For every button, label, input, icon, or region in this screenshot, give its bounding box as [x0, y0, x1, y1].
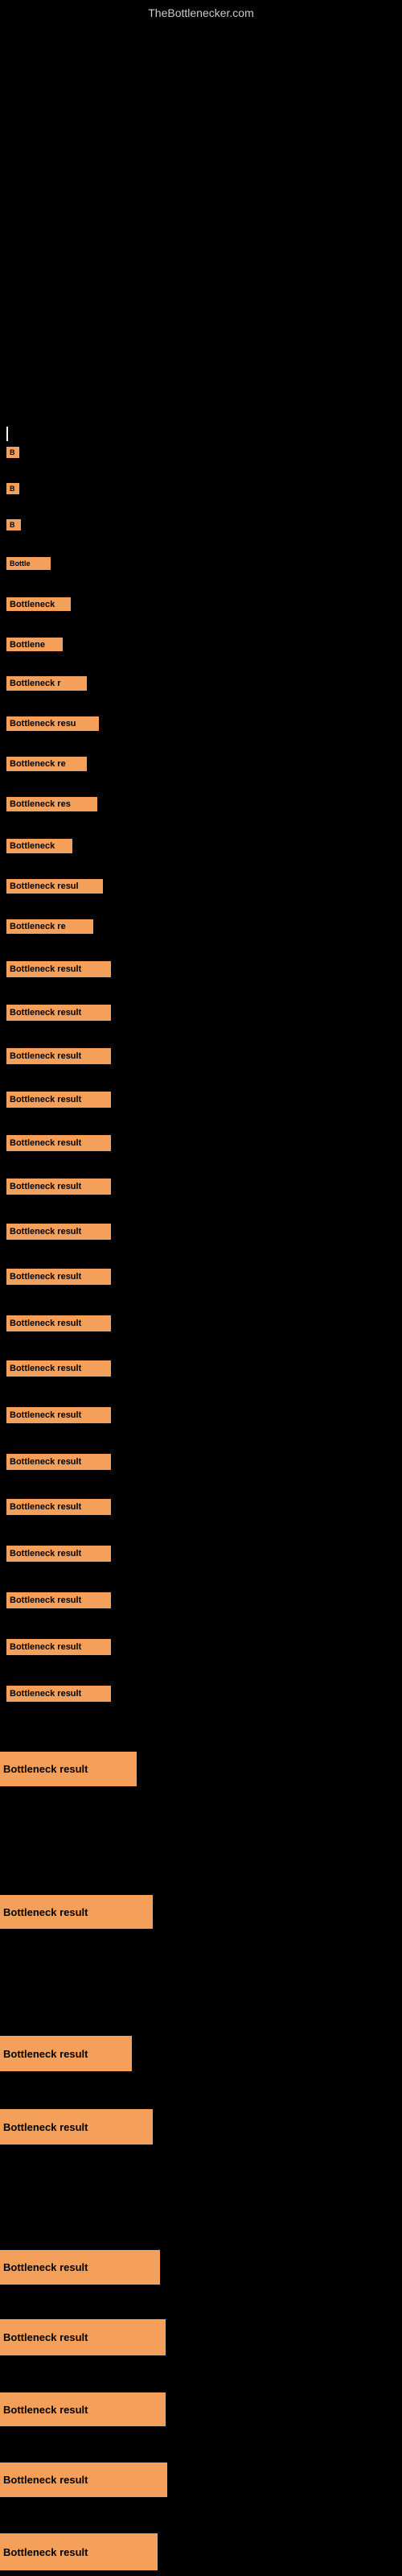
bottleneck-bar[interactable]: Bottleneck result: [6, 1179, 111, 1195]
bar-label: Bottleneck result: [3, 2121, 88, 2133]
bar-label: Bottleneck res: [10, 799, 71, 809]
bottleneck-bar[interactable]: Bottleneck res: [6, 797, 97, 811]
bar-label: Bottleneck: [10, 600, 55, 609]
bottleneck-bar[interactable]: Bottleneck result: [0, 2392, 166, 2426]
bar-label: Bottleneck result: [3, 2048, 88, 2060]
bar-label: Bottleneck result: [3, 2261, 88, 2273]
bar-label: Bottleneck: [10, 841, 55, 851]
site-title: TheBottlenecker.com: [148, 6, 254, 19]
bar-label: Bottleneck result: [10, 1319, 81, 1328]
bottleneck-bar[interactable]: Bottleneck result: [6, 1546, 111, 1562]
bottleneck-bar[interactable]: Bottleneck result: [6, 1686, 111, 1702]
bar-label: Bottleneck re: [10, 922, 66, 931]
bottleneck-bar[interactable]: Bottleneck result: [6, 961, 111, 977]
bar-label: Bottleneck result: [10, 964, 81, 974]
bottleneck-bar[interactable]: Bottleneck result: [6, 1135, 111, 1151]
bar-label: Bottleneck result: [10, 1095, 81, 1104]
bottleneck-bar[interactable]: Bottle: [6, 557, 51, 570]
bar-label: Bottleneck result: [10, 1227, 81, 1236]
bottleneck-bar[interactable]: Bottleneck result: [0, 2319, 166, 2355]
bottleneck-bar[interactable]: B: [6, 447, 19, 458]
bottleneck-bar[interactable]: Bottleneck result: [6, 1269, 111, 1285]
bar-label: Bottleneck result: [10, 1272, 81, 1282]
bottleneck-bar[interactable]: Bottleneck result: [6, 1592, 111, 1608]
bar-label: B: [10, 521, 15, 529]
bar-label: Bottleneck resu: [10, 719, 76, 729]
bar-label: Bottleneck result: [10, 1410, 81, 1420]
bottleneck-bar[interactable]: Bottleneck result: [0, 2036, 132, 2071]
bar-label: Bottleneck result: [10, 1138, 81, 1148]
bar-label: Bottleneck result: [3, 2546, 88, 2558]
bar-label: Bottle: [10, 559, 31, 568]
bar-label: Bottleneck result: [3, 1763, 88, 1775]
bottleneck-bar[interactable]: Bottleneck result: [0, 2462, 167, 2497]
bottleneck-bar[interactable]: Bottleneck result: [0, 2250, 160, 2285]
bottleneck-bar[interactable]: Bottleneck result: [6, 1048, 111, 1064]
bottleneck-bar[interactable]: Bottleneck result: [6, 1005, 111, 1021]
bottleneck-bar[interactable]: Bottleneck re: [6, 757, 87, 771]
bar-label: Bottlene: [10, 640, 45, 650]
bottleneck-bar[interactable]: Bottleneck result: [0, 2109, 153, 2145]
bar-label: Bottleneck result: [3, 2331, 88, 2343]
bottleneck-bar[interactable]: Bottleneck re: [6, 919, 93, 934]
bar-label: Bottleneck resul: [10, 881, 79, 891]
bar-label: Bottleneck result: [10, 1364, 81, 1373]
bottleneck-bar[interactable]: Bottleneck result: [0, 1895, 153, 1929]
bottleneck-bar[interactable]: Bottlene: [6, 638, 63, 651]
bar-label: Bottleneck result: [10, 1549, 81, 1558]
bottleneck-bar[interactable]: Bottleneck result: [6, 1315, 111, 1331]
bottleneck-bar[interactable]: Bottleneck resul: [6, 879, 103, 894]
bar-label: Bottleneck result: [3, 2404, 88, 2416]
bottleneck-bar[interactable]: Bottleneck result: [0, 1752, 137, 1786]
bottleneck-bar[interactable]: B: [6, 519, 21, 530]
bottleneck-bar[interactable]: Bottleneck result: [6, 1454, 111, 1470]
bottleneck-bar[interactable]: Bottleneck resu: [6, 716, 99, 731]
bar-label: Bottleneck result: [10, 1502, 81, 1512]
bar-label: Bottleneck result: [3, 1906, 88, 1918]
bar-label: Bottleneck result: [10, 1457, 81, 1467]
bottleneck-bar[interactable]: Bottleneck result: [6, 1224, 111, 1240]
bottleneck-bar[interactable]: Bottleneck result: [6, 1360, 111, 1377]
bottleneck-bar[interactable]: B: [6, 483, 19, 494]
bar-label: B: [10, 448, 15, 456]
bottleneck-bar[interactable]: Bottleneck result: [0, 2533, 158, 2570]
bar-label: Bottleneck result: [10, 1182, 81, 1191]
bar-label: Bottleneck result: [10, 1689, 81, 1699]
bar-label: Bottleneck result: [10, 1596, 81, 1605]
bottleneck-bar[interactable]: Bottleneck: [6, 839, 72, 853]
bar-label: B: [10, 485, 15, 493]
cursor-line: [6, 427, 8, 441]
bottleneck-bar[interactable]: Bottleneck r: [6, 676, 87, 691]
bottleneck-bar[interactable]: Bottleneck result: [6, 1499, 111, 1515]
bar-label: Bottleneck result: [10, 1051, 81, 1061]
bottleneck-bar[interactable]: Bottleneck result: [6, 1407, 111, 1423]
bar-label: Bottleneck re: [10, 759, 66, 769]
bar-label: Bottleneck result: [10, 1642, 81, 1652]
bar-label: Bottleneck result: [3, 2474, 88, 2486]
bottleneck-bar[interactable]: Bottleneck result: [6, 1639, 111, 1655]
bottleneck-bar[interactable]: Bottleneck: [6, 597, 71, 611]
bar-label: Bottleneck r: [10, 679, 61, 688]
bar-label: Bottleneck result: [10, 1008, 81, 1018]
bottleneck-bar[interactable]: Bottleneck result: [6, 1092, 111, 1108]
